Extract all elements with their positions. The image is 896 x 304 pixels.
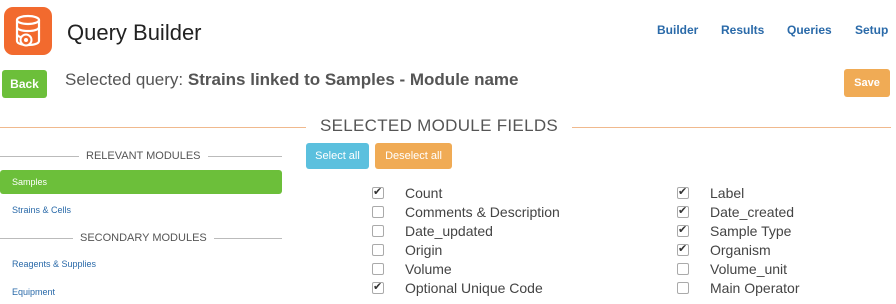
checkbox[interactable] bbox=[677, 223, 689, 237]
selected-query: Selected query: Strains linked to Sample… bbox=[65, 70, 519, 90]
field-organism[interactable]: Organism bbox=[677, 240, 799, 259]
back-button[interactable]: Back bbox=[2, 70, 47, 98]
field-main-operator[interactable]: Main Operator bbox=[677, 278, 799, 297]
section-title: SELECTED MODULE FIELDS bbox=[306, 116, 573, 136]
checkbox[interactable] bbox=[372, 280, 384, 294]
checkbox[interactable] bbox=[677, 204, 689, 218]
field-date-created[interactable]: Date_created bbox=[677, 202, 799, 221]
checkbox[interactable] bbox=[372, 262, 384, 275]
nav-setup[interactable]: Setup bbox=[855, 23, 888, 37]
app-logo bbox=[4, 7, 52, 55]
field-label: Organism bbox=[710, 241, 771, 258]
nav-builder[interactable]: Builder bbox=[657, 23, 698, 37]
module-equipment[interactable]: Equipment bbox=[0, 280, 282, 304]
field-optional-unique-code[interactable]: Optional Unique Code bbox=[372, 278, 560, 297]
module-strains-cells[interactable]: Strains & Cells bbox=[0, 198, 282, 222]
field-volume[interactable]: Volume bbox=[372, 259, 560, 278]
checkbox[interactable] bbox=[677, 281, 689, 294]
field-volume-unit[interactable]: Volume_unit bbox=[677, 259, 799, 278]
field-date-updated[interactable]: Date_updated bbox=[372, 221, 560, 240]
checkbox[interactable] bbox=[677, 262, 689, 275]
fields-left-column: Count Comments & Description Date_update… bbox=[372, 183, 560, 297]
field-label: Date_created bbox=[710, 203, 795, 220]
app-title: Query Builder bbox=[67, 20, 202, 45]
field-label: Main Operator bbox=[710, 279, 800, 296]
module-samples[interactable]: Samples bbox=[0, 170, 282, 194]
nav-results[interactable]: Results bbox=[721, 23, 764, 37]
fields-right-column: Label Date_created Sample Type Organism … bbox=[677, 183, 799, 297]
checkbox[interactable] bbox=[372, 185, 384, 199]
save-button[interactable]: Save bbox=[844, 69, 890, 97]
nav-queries[interactable]: Queries bbox=[787, 23, 832, 37]
checkbox[interactable] bbox=[372, 205, 384, 218]
module-reagents-supplies[interactable]: Reagents & Supplies bbox=[0, 252, 282, 276]
checkbox[interactable] bbox=[372, 224, 384, 237]
field-sample-type[interactable]: Sample Type bbox=[677, 221, 799, 240]
checkbox[interactable] bbox=[372, 243, 384, 256]
secondary-modules-heading: SECONDARY MODULES bbox=[73, 232, 214, 244]
field-label: Comments & Description bbox=[405, 203, 560, 220]
query-prefix: Selected query: bbox=[65, 70, 184, 89]
select-all-button[interactable]: Select all bbox=[306, 143, 369, 169]
field-label: Volume_unit bbox=[710, 260, 788, 277]
query-name: Strains linked to Samples - Module name bbox=[187, 70, 519, 89]
field-label: Origin bbox=[405, 241, 443, 258]
database-gear-icon bbox=[15, 14, 41, 47]
field-label-field[interactable]: Label bbox=[677, 183, 799, 202]
field-label: Optional Unique Code bbox=[405, 279, 543, 296]
deselect-all-button[interactable]: Deselect all bbox=[375, 143, 452, 169]
field-origin[interactable]: Origin bbox=[372, 240, 560, 259]
checkbox[interactable] bbox=[677, 185, 689, 199]
field-label: Date_updated bbox=[405, 222, 493, 239]
field-label: Label bbox=[710, 184, 745, 201]
field-label: Sample Type bbox=[710, 222, 792, 239]
field-comments-description[interactable]: Comments & Description bbox=[372, 202, 560, 221]
checkbox[interactable] bbox=[677, 242, 689, 256]
field-label: Volume bbox=[405, 260, 452, 277]
field-count[interactable]: Count bbox=[372, 183, 560, 202]
relevant-modules-heading: RELEVANT MODULES bbox=[79, 150, 208, 162]
field-label: Count bbox=[405, 184, 443, 201]
